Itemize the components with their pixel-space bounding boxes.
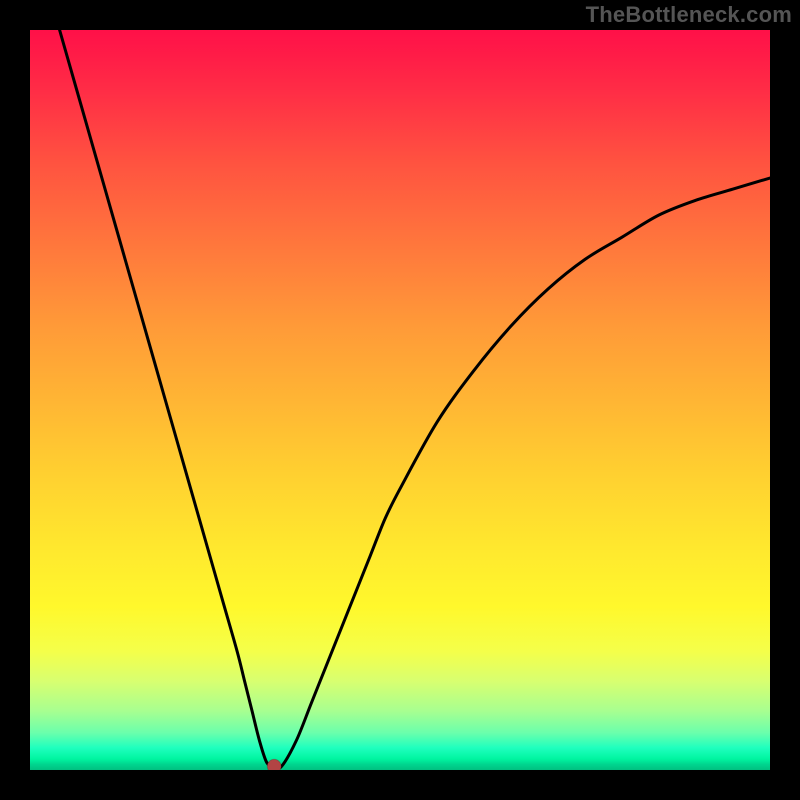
chart-frame: TheBottleneck.com — [0, 0, 800, 800]
watermark-text: TheBottleneck.com — [586, 2, 792, 28]
minimum-marker — [267, 759, 281, 770]
curve-svg — [30, 30, 770, 770]
plot-area — [30, 30, 770, 770]
bottleneck-curve — [60, 30, 770, 768]
